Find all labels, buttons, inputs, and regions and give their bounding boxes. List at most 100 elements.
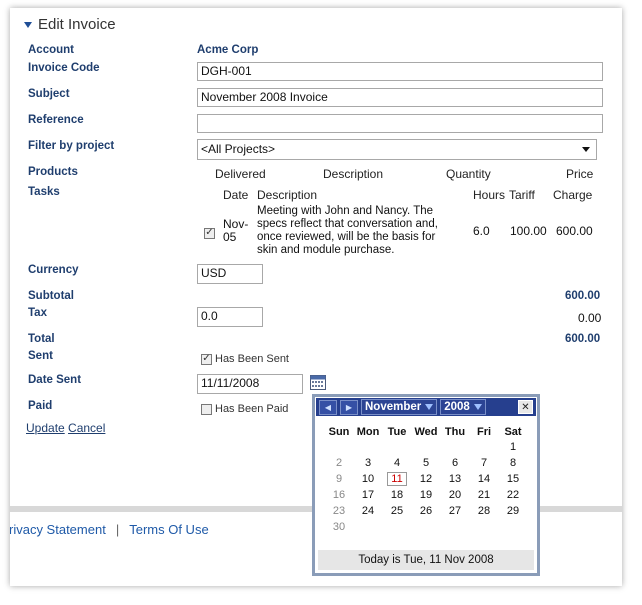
paid-label: Paid (28, 400, 53, 412)
next-month-button[interactable]: ▶ (340, 399, 358, 415)
tasks-header-description: Description (257, 188, 318, 202)
close-calendar-button[interactable]: ✕ (518, 400, 533, 414)
calendar-day[interactable]: 1 (499, 439, 528, 455)
year-select[interactable]: 2008 (440, 399, 486, 415)
footer-separator: | (115, 522, 120, 537)
has-been-paid-label: Has Been Paid (215, 403, 289, 415)
calendar-day[interactable]: 29 (499, 503, 528, 519)
calendar-empty-cell (383, 519, 412, 535)
has-been-paid-checkbox[interactable]: Has Been Paid (201, 403, 288, 415)
reference-input[interactable] (197, 114, 603, 133)
calendar-day[interactable]: 5 (412, 455, 441, 471)
task-row-tariff: 100.00 (510, 224, 547, 238)
task-desc-line: Meeting with John and Nancy. The (257, 205, 434, 217)
subtotal-value: 600.00 (565, 290, 601, 302)
privacy-statement-link[interactable]: rivacy Statement (10, 522, 106, 537)
date-sent-input[interactable]: 11/11/2008 (197, 374, 303, 394)
date-sent-label: Date Sent (28, 374, 82, 386)
calendar-today-footer[interactable]: Today is Tue, 11 Nov 2008 (318, 550, 534, 570)
calendar-day[interactable]: 7 (470, 455, 499, 471)
calendar-day[interactable]: 24 (354, 503, 383, 519)
calendar-header: ◀ ▶ November 2008 ✕ (316, 398, 536, 416)
weekday-header: Wed (414, 425, 438, 438)
has-been-sent-checkbox[interactable]: ✓ Has Been Sent (201, 353, 289, 365)
account-value: Acme Corp (197, 44, 259, 56)
calendar-day[interactable]: 3 (354, 455, 383, 471)
chevron-down-icon[interactable] (473, 404, 482, 410)
calendar-day[interactable]: 23 (325, 503, 354, 519)
calendar-empty-cell (441, 519, 470, 535)
calendar-week-row: 2345678 (325, 455, 528, 471)
calendar-day[interactable]: 12 (412, 471, 441, 487)
task-row-checkbox[interactable]: ✓ (204, 224, 215, 239)
calendar-icon[interactable] (310, 375, 326, 390)
project-filter-select[interactable]: <All Projects> (197, 139, 597, 160)
cancel-link[interactable]: Cancel (68, 421, 105, 435)
calendar-day[interactable]: 20 (441, 487, 470, 503)
calendar-day[interactable]: 10 (354, 471, 383, 487)
calendar-week-row: 1 (325, 439, 528, 455)
calendar-empty-cell (499, 519, 528, 535)
task-row-hours: 6.0 (473, 224, 490, 238)
calendar-day[interactable]: 15 (499, 471, 528, 487)
calendar-day[interactable]: 8 (499, 455, 528, 471)
calendar-day[interactable]: 27 (441, 503, 470, 519)
calendar-day[interactable]: 13 (441, 471, 470, 487)
has-been-sent-label: Has Been Sent (215, 353, 289, 365)
collapse-triangle-icon[interactable] (24, 21, 32, 28)
calendar-day[interactable]: 17 (354, 487, 383, 503)
calendar-button[interactable] (310, 375, 326, 393)
calendar-day[interactable]: 2 (325, 455, 354, 471)
calendar-day[interactable]: 26 (412, 503, 441, 519)
weekday-header: Fri (476, 425, 492, 438)
calendar-empty-cell (383, 439, 412, 455)
calendar-day[interactable]: 28 (470, 503, 499, 519)
checkbox-checked-icon[interactable]: ✓ (204, 227, 215, 239)
total-label: Total (28, 333, 55, 345)
calendar-day[interactable]: 19 (412, 487, 441, 503)
prev-month-button[interactable]: ◀ (319, 399, 337, 415)
date-picker-popup: ◀ ▶ November 2008 ✕ Sun Mon Tue Wed Thu Fri Sa… (312, 394, 540, 576)
invoice-code-input[interactable]: DGH-001 (197, 62, 603, 81)
terms-of-use-link[interactable]: Terms Of Use (129, 522, 208, 537)
currency-input[interactable]: USD (197, 264, 263, 284)
task-row-charge: 600.00 (556, 224, 593, 238)
update-link[interactable]: Update (26, 421, 65, 435)
month-select[interactable]: November (361, 399, 438, 415)
calendar-day[interactable]: 14 (470, 471, 499, 487)
checkbox-checked-icon[interactable]: ✓ (201, 353, 212, 365)
calendar-grid: Sun Mon Tue Wed Thu Fri Sat 1 2 3 4 5 6 7 8 9 10 11 12 13 1… (325, 424, 528, 535)
section-header[interactable]: Edit Invoice (24, 16, 116, 33)
calendar-day[interactable]: 16 (325, 487, 354, 503)
calendar-day[interactable]: 4 (383, 455, 412, 471)
chevron-down-icon[interactable] (582, 147, 590, 152)
calendar-day-today[interactable]: 11 (383, 471, 412, 487)
checkbox-unchecked-icon[interactable] (201, 403, 212, 415)
year-value: 2008 (444, 401, 470, 413)
subject-input[interactable]: November 2008 Invoice (197, 88, 603, 107)
calendar-day[interactable]: 18 (383, 487, 412, 503)
products-header-quantity: Quantity (446, 167, 491, 181)
products-header-price: Price (566, 167, 594, 181)
calendar-empty-cell (470, 519, 499, 535)
subtotal-label: Subtotal (28, 290, 74, 302)
chevron-down-icon[interactable] (425, 404, 434, 410)
calendar-day[interactable]: 21 (470, 487, 499, 503)
calendar-day[interactable]: 6 (441, 455, 470, 471)
calendar-day[interactable]: 9 (325, 471, 354, 487)
form-actions: Update Cancel (26, 421, 105, 435)
calendar-day[interactable]: 25 (383, 503, 412, 519)
invoice-code-label: Invoice Code (28, 62, 100, 74)
tax-input[interactable]: 0.0 (197, 307, 263, 327)
calendar-empty-cell (412, 439, 441, 455)
weekday-header: Mon (356, 425, 380, 438)
calendar-empty-cell (412, 519, 441, 535)
footer-links: rivacy Statement | Terms Of Use (10, 522, 209, 537)
arrow-left-icon: ◀ (324, 402, 332, 412)
task-row-description: Meeting with John and Nancy. The specs r… (257, 205, 438, 257)
sent-label: Sent (28, 350, 53, 362)
calendar-day[interactable]: 30 (325, 519, 354, 535)
calendar-day[interactable]: 22 (499, 487, 528, 503)
tasks-header-charge: Charge (553, 188, 593, 202)
calendar-empty-cell (470, 439, 499, 455)
